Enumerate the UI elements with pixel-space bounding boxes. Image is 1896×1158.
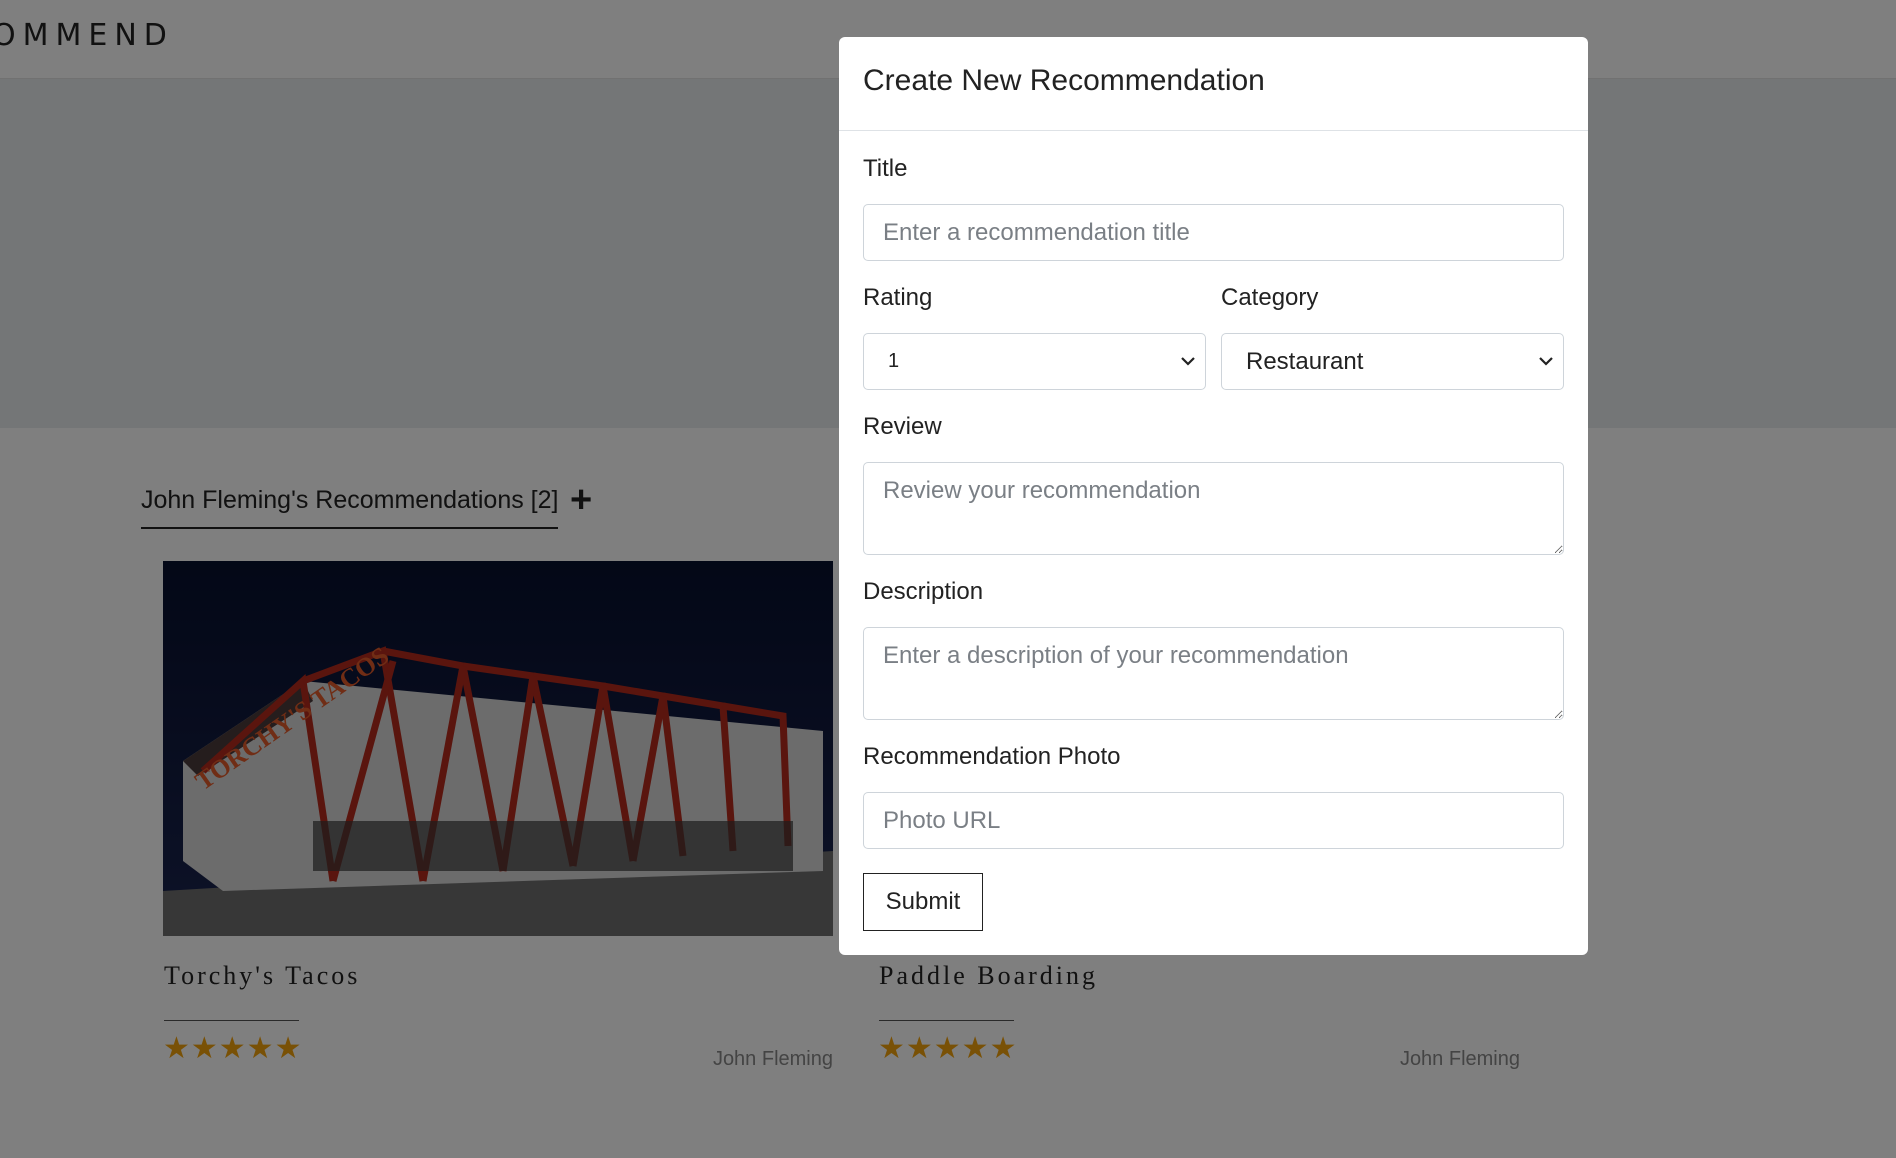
create-recommendation-modal: Create New Recommendation Title Rating 1… (839, 37, 1588, 955)
rating-label: Rating (863, 284, 933, 311)
chevron-down-icon (1181, 353, 1195, 371)
chevron-down-icon (1539, 353, 1553, 371)
description-textarea[interactable] (863, 627, 1564, 720)
photo-label: Recommendation Photo (863, 743, 1121, 770)
category-value: Restaurant (1246, 347, 1364, 375)
description-label: Description (863, 578, 984, 605)
modal-header: Create New Recommendation (839, 37, 1588, 131)
review-textarea[interactable] (863, 462, 1564, 555)
category-select[interactable]: Restaurant (1221, 333, 1564, 390)
photo-url-input[interactable] (863, 792, 1564, 849)
category-label: Category (1221, 284, 1319, 311)
rating-select[interactable]: 1 (863, 333, 1206, 390)
title-input[interactable] (863, 204, 1564, 261)
submit-button[interactable]: Submit (863, 873, 983, 931)
rating-value: 1 (888, 350, 900, 372)
modal-title: Create New Recommendation (863, 64, 1265, 97)
review-label: Review (863, 413, 942, 440)
title-label: Title (863, 155, 908, 182)
